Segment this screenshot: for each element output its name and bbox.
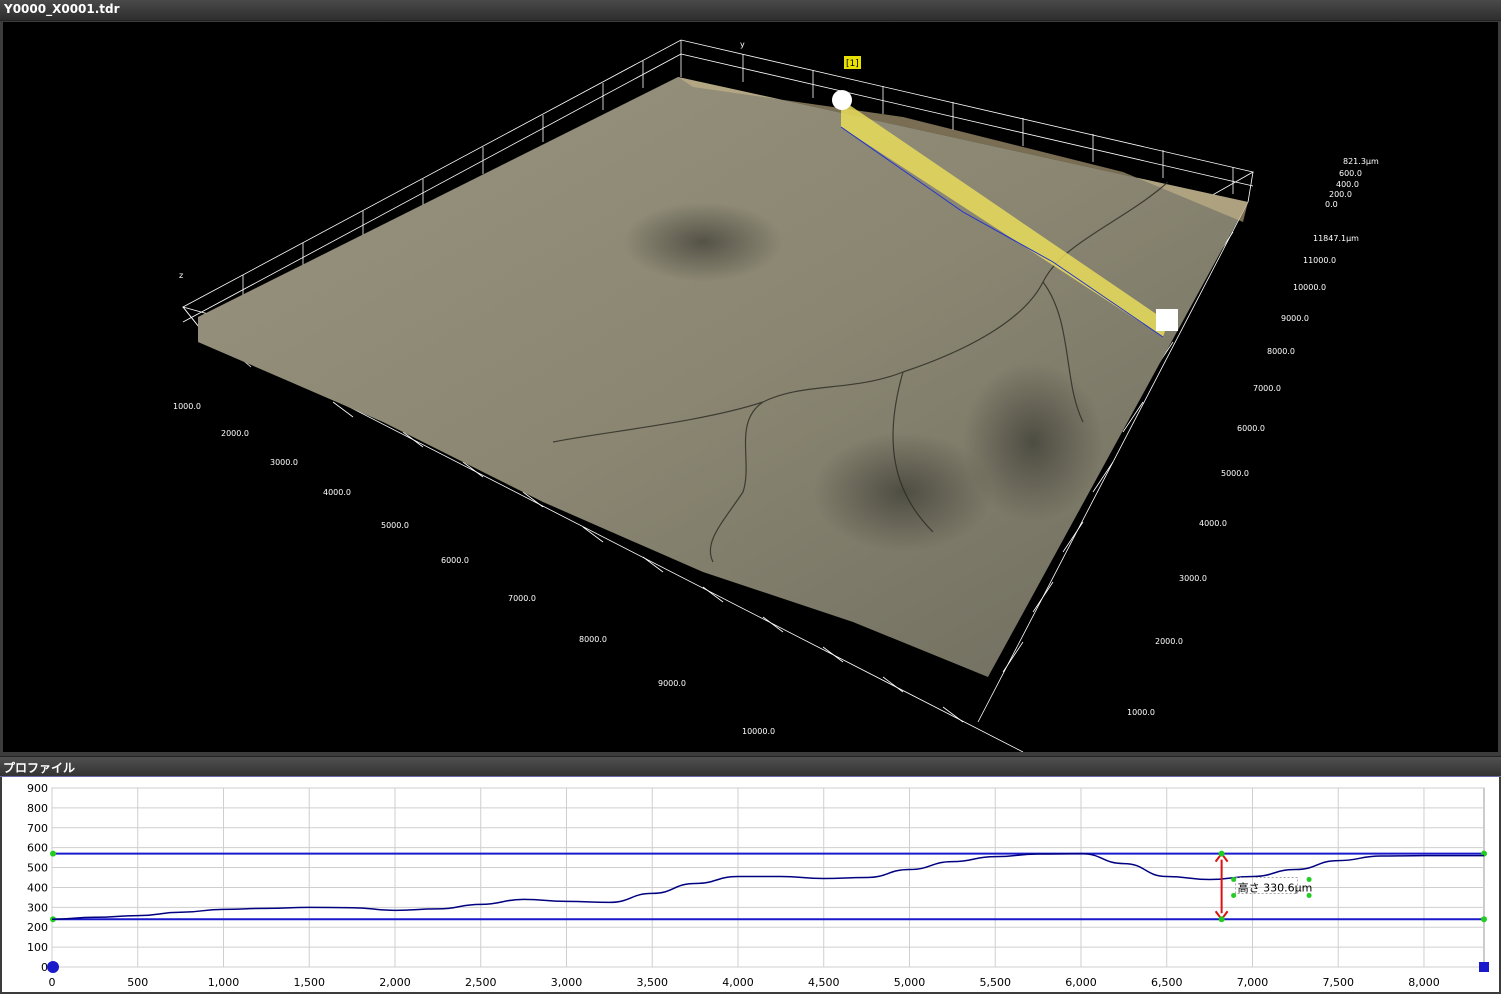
- right-tick-label: 5000.0: [1221, 469, 1249, 478]
- z-axis-ticks: 821.3μm 600.0 400.0200.00.0: [1325, 157, 1379, 209]
- profile-panel-title: プロファイル: [3, 761, 76, 775]
- right-tick-label: 1000.0: [1127, 708, 1155, 717]
- x-tick-label: 500: [127, 976, 148, 989]
- y-tick-label: 400: [27, 881, 48, 894]
- left-tick-label: 10000.0: [742, 727, 775, 736]
- window-title: Y0000_X0001.tdr: [4, 2, 120, 16]
- x-tick-label: 6,500: [1151, 976, 1183, 989]
- z-tick-label: 200.0: [1329, 190, 1352, 199]
- left-tick-label: 4000.0: [323, 488, 351, 497]
- right-tick-label: 10000.0: [1293, 283, 1326, 292]
- 3d-viewport[interactable]: [1] y z 821.3μm 600.0 400.0 200.0 0.0 11847.…: [3, 22, 1498, 752]
- x-tick-label: 8,000: [1408, 976, 1440, 989]
- z-tick-label: 0.0: [1325, 200, 1338, 209]
- profile-end-handle[interactable]: [1156, 309, 1178, 331]
- axis-z-label: z: [179, 271, 183, 280]
- y-tick-label: 300: [27, 901, 48, 914]
- profile-panel-header: プロファイル: [0, 756, 1501, 777]
- y-tick-label: 900: [27, 782, 48, 795]
- y-tick-label: 200: [27, 921, 48, 934]
- z-tick-label: 600.0: [1339, 169, 1362, 178]
- x-tick-label: 6,000: [1065, 976, 1097, 989]
- right-tick-label: 9000.0: [1281, 314, 1309, 323]
- left-tick-label: 8000.0: [579, 635, 607, 644]
- range-start-handle[interactable]: [47, 961, 59, 973]
- left-tick-label: 9000.0: [658, 679, 686, 688]
- x-tick-label: 4,000: [722, 976, 754, 989]
- z-tick-label: 821.3μm: [1343, 157, 1379, 166]
- y-tick-label: 0: [41, 961, 48, 974]
- y-tick-label: 800: [27, 802, 48, 815]
- left-tick-label: 7000.0: [508, 594, 536, 603]
- reference-handle[interactable]: [1481, 916, 1487, 923]
- x-tick-label: 3,500: [636, 976, 668, 989]
- left-tick-label: 6000.0: [441, 556, 469, 565]
- right-tick-label: 7000.0: [1253, 384, 1281, 393]
- x-tick-label: 5,500: [979, 976, 1011, 989]
- x-tick-label: 3,000: [551, 976, 583, 989]
- y-tick-label: 500: [27, 862, 48, 875]
- 3d-surface-view[interactable]: [1] y z 821.3μm 600.0 400.0200.00.0 11847.…: [3, 22, 1498, 752]
- x-axis-ticks: 0 500 1,000 1,500 2,000 2,500 3,000 3,500 4,000 4…: [49, 976, 1440, 989]
- window-title-bar: Y0000_X0001.tdr: [0, 0, 1501, 21]
- marker-label: [1]: [846, 59, 859, 69]
- y-tick-label: 600: [27, 842, 48, 855]
- x-tick-label: 4,500: [808, 976, 840, 989]
- right-tick-label: 6000.0: [1237, 424, 1265, 433]
- x-tick-label: 2,500: [465, 976, 497, 989]
- y-tick-label: 100: [27, 941, 48, 954]
- left-tick-label: 2000.0: [221, 429, 249, 438]
- axis-y-label: y: [740, 40, 745, 49]
- x-tick-label: 7,000: [1237, 976, 1269, 989]
- label-box-handle[interactable]: [1231, 892, 1237, 898]
- measurement-handle[interactable]: [1218, 916, 1225, 923]
- surface-shadow: [623, 202, 783, 282]
- right-tick-label: 11847.1μm: [1313, 234, 1359, 243]
- z-tick-label: 400.0: [1336, 180, 1359, 189]
- range-end-handle[interactable]: [1479, 962, 1489, 972]
- left-tick-label: 3000.0: [270, 458, 298, 467]
- surface-shadow: [963, 362, 1103, 522]
- right-tick-label: 3000.0: [1179, 574, 1207, 583]
- x-tick-label: 1,000: [208, 976, 240, 989]
- measurement-handle[interactable]: [1218, 850, 1225, 857]
- profile-panel[interactable]: 900 800 700 600 500 400 300 200 100 0 0 500 1,000 1,…: [2, 777, 1499, 992]
- right-tick-label: 11000.0: [1303, 256, 1336, 265]
- right-tick-label: 4000.0: [1199, 519, 1227, 528]
- right-tick-label: 2000.0: [1155, 637, 1183, 646]
- y-axis-ticks: 900 800 700 600 500 400 300 200 100 0: [27, 782, 48, 974]
- measurement-label: 高さ 330.6μm: [1238, 880, 1313, 894]
- reference-handle[interactable]: [50, 850, 56, 857]
- left-tick-label: 1000.0: [173, 402, 201, 411]
- y-tick-label: 700: [27, 822, 48, 835]
- x-tick-label: 2,000: [379, 976, 411, 989]
- x-tick-label: 5,000: [894, 976, 926, 989]
- profile-start-handle[interactable]: [832, 90, 852, 110]
- label-box-handle[interactable]: [1231, 876, 1237, 882]
- x-tick-label: 0: [49, 976, 56, 989]
- x-tick-label: 1,500: [293, 976, 325, 989]
- x-tick-label: 7,500: [1322, 976, 1354, 989]
- profile-chart[interactable]: 900 800 700 600 500 400 300 200 100 0 0 500 1,000 1,…: [2, 777, 1499, 992]
- left-tick-label: 5000.0: [381, 521, 409, 530]
- right-tick-label: 8000.0: [1267, 347, 1295, 356]
